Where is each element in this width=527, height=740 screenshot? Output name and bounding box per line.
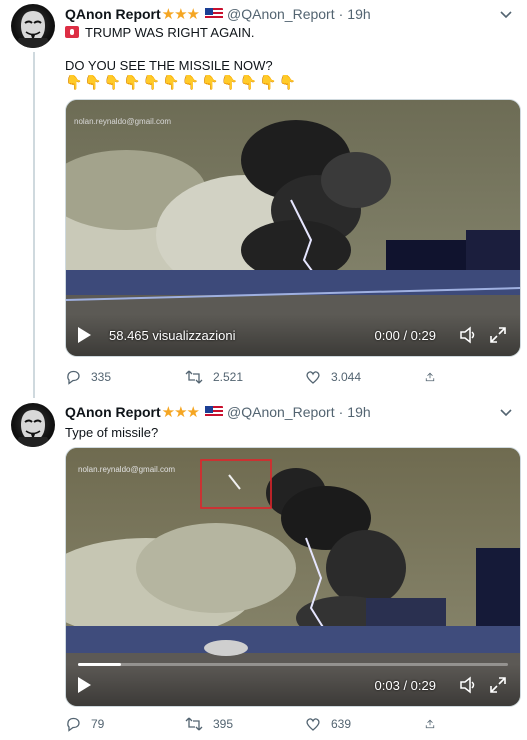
play-icon[interactable] [78,327,91,343]
share-icon [425,372,435,382]
reply-icon [67,717,80,732]
retweet-button[interactable]: 395 [185,716,305,732]
volume-icon[interactable] [458,675,478,695]
tweet-text-line: Type of missile? [65,425,159,440]
tweet-timestamp[interactable]: 19h [347,404,370,420]
video-timecode: 0:00 / 0:29 [374,327,436,343]
display-name[interactable]: QAnon Report [65,6,161,22]
view-count: 58.465 visualizzazioni [109,327,236,343]
siren-icon [65,26,79,38]
chevron-down-icon[interactable] [497,8,515,22]
heart-icon [306,718,320,731]
like-button[interactable]: 3.044 [305,369,425,385]
avatar[interactable] [11,403,55,447]
share-button[interactable] [425,716,445,732]
retweet-icon [185,370,203,384]
reply-button[interactable]: 335 [65,369,185,385]
tweet-text-line: TRUMP WAS RIGHT AGAIN. [85,25,255,40]
separator-dot: · [338,404,344,420]
separator-dot: · [338,6,344,22]
retweet-icon [185,717,203,731]
chevron-down-icon[interactable] [497,406,515,420]
video-controls: 0:03 / 0:29 [66,664,520,706]
thread-connector-line [33,52,35,398]
reply-count: 79 [91,717,105,731]
share-icon [425,719,435,729]
mask-avatar-icon [14,410,52,447]
video-watermark: nolan.reynaldo@gmail.com [74,117,171,126]
retweet-count: 395 [213,717,234,731]
pointing-down-emoji-row: 👇👇👇👇👇👇👇👇👇👇👇👇 [65,74,299,90]
retweet-button[interactable]: 2.521 [185,369,305,385]
like-count: 639 [331,717,352,731]
tweet-header: QAnon Report ★★★ @QAnon_Report · 19h [65,4,371,24]
share-button[interactable] [425,369,445,385]
stars-emoji: ★★★ [161,404,200,421]
mask-avatar-icon [14,11,52,48]
video-watermark: nolan.reynaldo@gmail.com [78,465,175,474]
tweet-actions: 79 395 639 [65,714,455,734]
user-handle[interactable]: @QAnon_Report [227,6,335,22]
retweet-count: 2.521 [213,370,244,384]
tweet-text: Type of missile? [65,424,158,441]
reply-icon [67,370,80,385]
display-name[interactable]: QAnon Report [65,404,161,420]
like-count: 3.044 [331,370,362,384]
us-flag-icon [205,406,223,418]
fullscreen-icon[interactable] [488,675,508,695]
tweet-text: TRUMP WAS RIGHT AGAIN. DO YOU SEE THE MI… [65,24,298,91]
user-handle[interactable]: @QAnon_Report [227,404,335,420]
us-flag-icon [205,8,223,20]
avatar[interactable] [11,4,55,48]
reply-count: 335 [91,370,112,384]
heart-icon [306,371,320,384]
tweet-text-line: DO YOU SEE THE MISSILE NOW? [65,58,273,73]
play-icon[interactable] [78,677,91,693]
stars-emoji: ★★★ [161,6,200,23]
tweet-actions: 335 2.521 3.044 [65,367,455,387]
reply-button[interactable]: 79 [65,716,185,732]
volume-icon[interactable] [458,325,478,345]
like-button[interactable]: 639 [305,716,425,732]
video-controls: 58.465 visualizzazioni 0:00 / 0:29 [66,314,520,356]
video-player[interactable]: nolan.reynaldo@gmail.com 58.465 visualiz… [65,99,521,357]
fullscreen-icon[interactable] [488,325,508,345]
video-player[interactable]: nolan.reynaldo@gmail.com 0:03 / 0:29 [65,447,521,707]
video-timecode: 0:03 / 0:29 [374,677,436,693]
tweet-timestamp[interactable]: 19h [347,6,370,22]
tweet-header: QAnon Report ★★★ @QAnon_Report · 19h [65,402,371,422]
